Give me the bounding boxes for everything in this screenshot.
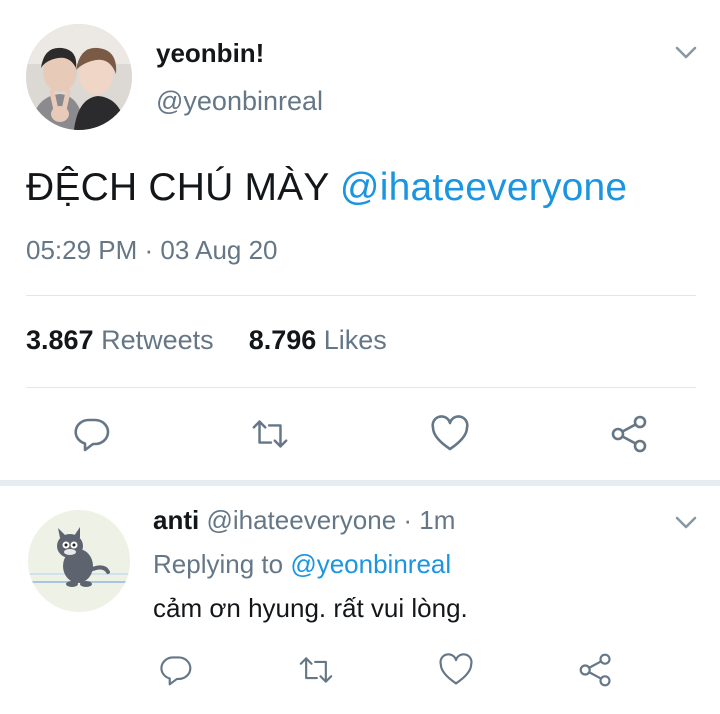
replying-mention[interactable]: @yeonbinreal bbox=[290, 549, 451, 579]
reply-display-name[interactable]: anti bbox=[153, 505, 199, 535]
share-icon bbox=[611, 415, 647, 453]
like-button[interactable] bbox=[430, 414, 470, 454]
reply-button[interactable] bbox=[72, 414, 112, 454]
retweet-icon bbox=[299, 657, 333, 683]
retweet-icon bbox=[252, 420, 288, 448]
profile-photo bbox=[26, 24, 132, 130]
reply-handle-time[interactable]: @ihateeveryone · 1m bbox=[199, 505, 455, 535]
reply-header: anti @ihateeveryone · 1m bbox=[153, 505, 455, 536]
retweet-stat[interactable]: 3.867 Retweets bbox=[26, 325, 214, 355]
share-button[interactable] bbox=[610, 414, 650, 454]
retweet-button[interactable] bbox=[250, 414, 290, 454]
reply-retweet-button[interactable] bbox=[296, 650, 336, 690]
share-icon bbox=[579, 653, 611, 687]
reply-reply-button[interactable] bbox=[156, 650, 196, 690]
mention-link[interactable]: @ihateeveryone bbox=[340, 166, 627, 209]
section-separator bbox=[0, 480, 720, 486]
retweet-label: Retweets bbox=[101, 325, 214, 355]
cartoon-cat-avatar bbox=[28, 510, 130, 612]
divider bbox=[26, 295, 696, 296]
replying-prefix: Replying to bbox=[153, 549, 291, 579]
display-name[interactable]: yeonbin! bbox=[156, 38, 264, 69]
like-stat[interactable]: 8.796 Likes bbox=[249, 325, 387, 355]
comment-icon bbox=[160, 656, 192, 686]
reply-avatar[interactable] bbox=[28, 510, 130, 612]
comment-icon bbox=[74, 418, 110, 452]
avatar[interactable] bbox=[26, 24, 132, 130]
reply-share-button[interactable] bbox=[576, 650, 616, 690]
like-count: 8.796 bbox=[248, 325, 317, 355]
heart-icon bbox=[431, 415, 469, 451]
reply-text: cảm ơn hyung. rất vui lòng. bbox=[153, 593, 468, 623]
timestamp[interactable]: 05:29 PM · 03 Aug 20 bbox=[26, 235, 278, 266]
like-label: Likes bbox=[323, 325, 387, 355]
chevron-down-icon[interactable] bbox=[672, 42, 700, 62]
chevron-down-icon[interactable] bbox=[672, 512, 700, 532]
tweet-text: ĐỆCH CHÚ MÀY @ihateeveryone bbox=[26, 166, 627, 210]
reply-like-button[interactable] bbox=[436, 650, 476, 690]
retweet-count: 3.867 bbox=[26, 325, 94, 355]
tweet-text-body: ĐỆCH CHÚ MÀY bbox=[26, 166, 340, 209]
heart-icon bbox=[439, 653, 473, 685]
engagement-stats: 3.867 Retweets 8.796 Likes bbox=[26, 325, 387, 356]
replying-to: Replying to @yeonbinreal bbox=[153, 549, 451, 580]
divider bbox=[26, 387, 696, 388]
user-handle[interactable]: @yeonbinreal bbox=[156, 86, 323, 117]
